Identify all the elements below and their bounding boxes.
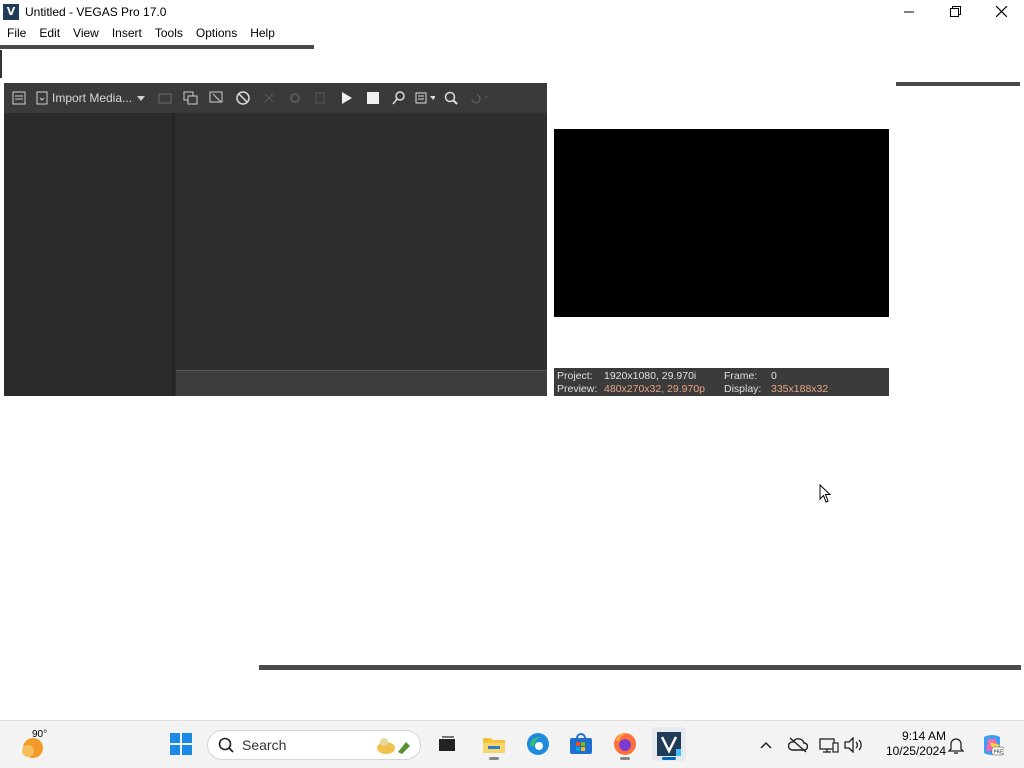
- project-label: Project:: [557, 370, 593, 382]
- panel-edge: [0, 50, 2, 78]
- undo-icon[interactable]: [467, 88, 488, 108]
- svg-text:PRE: PRE: [994, 750, 1004, 756]
- preview-value: 480x270x32, 29.970p: [604, 383, 706, 395]
- capture-icon[interactable]: [155, 88, 175, 108]
- views-icon[interactable]: [415, 88, 436, 108]
- edge-button[interactable]: [521, 727, 555, 761]
- menu-bar: File Edit View Insert Tools Options Help: [0, 23, 1024, 43]
- menu-help[interactable]: Help: [243, 23, 281, 43]
- media-toolbar: Import Media...: [4, 83, 547, 113]
- media-fx-icon[interactable]: [233, 88, 253, 108]
- taskview-button[interactable]: [430, 727, 464, 761]
- import-media-button[interactable]: Import Media...: [35, 88, 146, 108]
- timeline-divider: [259, 665, 1021, 670]
- volume-tray-button[interactable]: [842, 733, 866, 757]
- onedrive-tray-button[interactable]: [786, 733, 810, 757]
- video-preview-screen: [554, 129, 889, 317]
- search-media-icon[interactable]: [441, 88, 461, 108]
- taskbar-clock[interactable]: 9:14 AM 10/25/2024: [872, 729, 946, 759]
- project-media-panel: Import Media...: [4, 83, 547, 396]
- frame-value: 0: [771, 370, 777, 382]
- media-folder-tree[interactable]: [4, 113, 174, 396]
- remove-media-icon[interactable]: [207, 88, 227, 108]
- copilot-button[interactable]: PRE: [980, 733, 1004, 757]
- clock-date: 10/25/2024: [885, 744, 946, 758]
- media-list-icon[interactable]: [9, 88, 29, 108]
- restore-button[interactable]: [932, 0, 978, 23]
- copilot-icon: PRE: [984, 735, 1004, 756]
- mouse-cursor-icon: [819, 484, 832, 503]
- vegas-taskbar-button[interactable]: [652, 727, 686, 761]
- panel-divider: [896, 82, 1020, 86]
- firefox-icon: [614, 733, 636, 755]
- running-indicator: [489, 757, 499, 760]
- menu-insert[interactable]: Insert: [105, 23, 148, 43]
- media-file-list[interactable]: [176, 113, 547, 370]
- weather-widget[interactable]: 90°: [20, 729, 60, 761]
- windows-start-icon: [170, 733, 192, 755]
- media-status-bar: [176, 370, 547, 396]
- microsoft-store-icon: [570, 733, 592, 754]
- window-controls: [886, 0, 1024, 23]
- search-icon: [218, 737, 234, 753]
- volume-icon: [844, 737, 862, 753]
- menu-options[interactable]: Options: [189, 23, 243, 43]
- play-icon[interactable]: [337, 88, 357, 108]
- media-tags-icon[interactable]: [311, 88, 331, 108]
- display-value: 335x188x32: [771, 383, 829, 395]
- delete-icon[interactable]: [259, 88, 279, 108]
- properties-gear-icon[interactable]: [285, 88, 305, 108]
- search-highlight-icon: [377, 738, 410, 754]
- project-value: 1920x1080, 29.970i: [604, 370, 697, 382]
- vegas-logo-icon: V: [3, 3, 19, 20]
- start-button[interactable]: [164, 727, 198, 761]
- preview-info-row-1: Project: 1920x1080, 29.970i Frame: 0: [557, 370, 889, 383]
- display-label: Display:: [724, 383, 762, 395]
- file-explorer-button[interactable]: [477, 727, 511, 761]
- restore-icon: [949, 6, 961, 17]
- search-placeholder: Search: [242, 737, 287, 753]
- title-bar: V Untitled - VEGAS Pro 17.0: [0, 0, 1024, 23]
- task-view-icon: [439, 736, 455, 751]
- network-tray-button[interactable]: [817, 733, 841, 757]
- preview-label: Preview:: [557, 383, 598, 395]
- get-media-icon[interactable]: [181, 88, 201, 108]
- preview-info-row-2: Preview: 480x270x32, 29.970p Display: 33…: [557, 383, 889, 396]
- toolbar-divider: [0, 45, 314, 49]
- clock-time: 9:14 AM: [901, 729, 946, 743]
- chevron-down-icon: [137, 95, 146, 101]
- close-icon: [995, 6, 1007, 17]
- active-indicator: [662, 757, 676, 760]
- notifications-button[interactable]: [944, 733, 968, 757]
- cloud-offline-icon: [788, 737, 808, 753]
- show-hidden-icons-button[interactable]: [754, 733, 778, 757]
- minimize-icon: [904, 11, 914, 12]
- edge-browser-icon: [527, 733, 549, 755]
- firefox-button[interactable]: [608, 727, 642, 761]
- taskbar-search-box[interactable]: Search: [207, 730, 421, 760]
- bell-icon: [948, 738, 964, 754]
- store-button[interactable]: [564, 727, 598, 761]
- folder-icon: [483, 738, 505, 753]
- close-button[interactable]: [978, 0, 1024, 23]
- import-media-label: Import Media...: [52, 91, 133, 105]
- auto-preview-icon[interactable]: [389, 88, 409, 108]
- menu-tools[interactable]: Tools: [148, 23, 189, 43]
- menu-edit[interactable]: Edit: [32, 23, 66, 43]
- stop-icon[interactable]: [363, 88, 383, 108]
- menu-view[interactable]: View: [66, 23, 105, 43]
- preview-info-bar: Project: 1920x1080, 29.970i Frame: 0 Pre…: [554, 368, 889, 396]
- import-icon: [36, 91, 48, 105]
- window-title: Untitled - VEGAS Pro 17.0: [25, 4, 167, 19]
- frame-label: Frame:: [724, 370, 758, 382]
- running-indicator: [620, 757, 630, 760]
- menu-file[interactable]: File: [0, 23, 32, 43]
- minimize-button[interactable]: [886, 0, 932, 23]
- chevron-up-icon: [760, 741, 772, 749]
- vegas-app-icon: [657, 732, 681, 756]
- weather-temperature: 90°: [32, 729, 48, 740]
- taskbar: 90° Search 9:14 AM 10/25/2024 PRE: [0, 720, 1024, 768]
- network-icon: [819, 738, 839, 753]
